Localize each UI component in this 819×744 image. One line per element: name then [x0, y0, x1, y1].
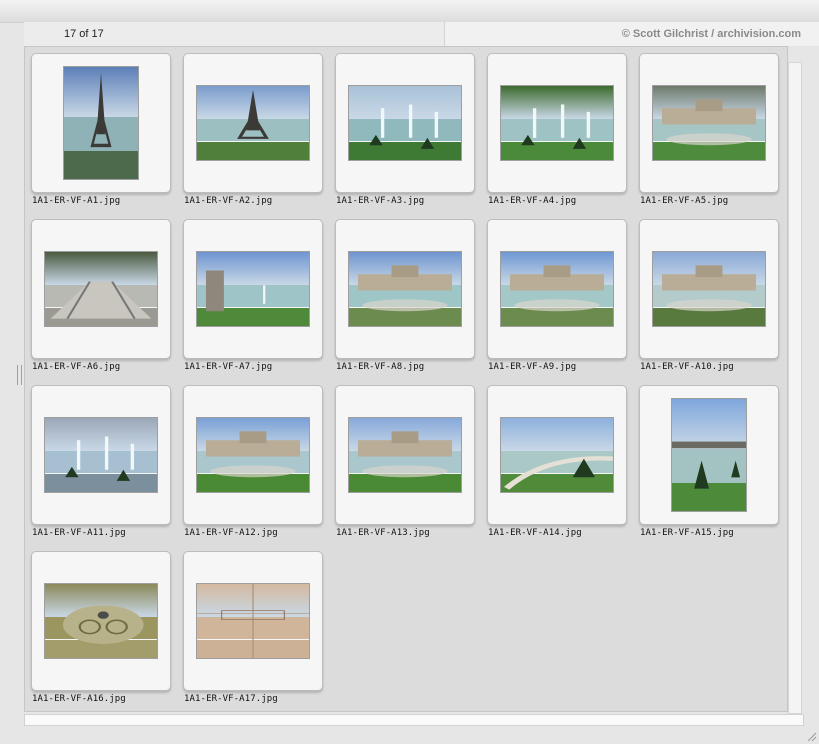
thumbnail-filename: 1A1-ER-VF-A9.jpg	[488, 362, 577, 372]
thumbnail-filename: 1A1-ER-VF-A11.jpg	[32, 528, 126, 538]
thumbnail-filename: 1A1-ER-VF-A10.jpg	[640, 362, 734, 372]
thumbnail-frame[interactable]	[183, 219, 323, 359]
thumbnail-frame[interactable]	[183, 551, 323, 691]
thumbnail-frame[interactable]	[639, 53, 779, 193]
thumbnail-frame[interactable]	[183, 53, 323, 193]
thumbnail-item[interactable]: 1A1-ER-VF-A5.jpg	[639, 53, 779, 219]
thumbnail-item[interactable]: 1A1-ER-VF-A4.jpg	[487, 53, 627, 219]
thumbnail-filename: 1A1-ER-VF-A7.jpg	[184, 362, 273, 372]
horizontal-scrollbar[interactable]	[24, 714, 804, 726]
thumbnail-filename: 1A1-ER-VF-A15.jpg	[640, 528, 734, 538]
thumbnail-filename: 1A1-ER-VF-A14.jpg	[488, 528, 582, 538]
thumbnail-filename: 1A1-ER-VF-A8.jpg	[336, 362, 425, 372]
thumbnail-frame[interactable]	[639, 385, 779, 525]
thumbnail-item[interactable]: 1A1-ER-VF-A15.jpg	[639, 385, 779, 551]
title-strip	[0, 0, 819, 23]
thumbnail-filename: 1A1-ER-VF-A13.jpg	[336, 528, 430, 538]
thumbnail-frame[interactable]	[335, 53, 475, 193]
photo-thumbnail[interactable]	[348, 85, 462, 161]
thumbnail-item[interactable]: 1A1-ER-VF-A10.jpg	[639, 219, 779, 385]
thumbnail-item[interactable]: 1A1-ER-VF-A13.jpg	[335, 385, 475, 551]
thumbnail-filename: 1A1-ER-VF-A4.jpg	[488, 196, 577, 206]
thumbnail-filename: 1A1-ER-VF-A1.jpg	[32, 196, 121, 206]
thumbnail-item[interactable]: 1A1-ER-VF-A9.jpg	[487, 219, 627, 385]
thumbnail-item[interactable]: 1A1-ER-VF-A2.jpg	[183, 53, 323, 219]
thumbnail-panel: 1A1-ER-VF-A1.jpg 1A1-ER-VF-A2.jpg 1A1-ER-V…	[24, 46, 788, 712]
photo-thumbnail[interactable]	[44, 251, 158, 327]
thumbnail-item[interactable]: 1A1-ER-VF-A7.jpg	[183, 219, 323, 385]
photo-thumbnail[interactable]	[348, 251, 462, 327]
count-area: 17 of 17	[24, 22, 445, 47]
photo-thumbnail[interactable]	[652, 251, 766, 327]
thumbnail-filename: 1A1-ER-VF-A6.jpg	[32, 362, 121, 372]
resize-grip-icon[interactable]	[805, 730, 817, 742]
image-count: 17 of 17	[64, 28, 104, 40]
viewer-header: 17 of 17 © Scott Gilchrist / archivision…	[24, 22, 819, 47]
thumbnail-filename: 1A1-ER-VF-A3.jpg	[336, 196, 425, 206]
photo-thumbnail[interactable]	[196, 583, 310, 659]
thumbnail-frame[interactable]	[487, 53, 627, 193]
thumbnail-frame[interactable]	[31, 551, 171, 691]
pane-resize-handle[interactable]	[17, 365, 22, 385]
thumbnail-filename: 1A1-ER-VF-A16.jpg	[32, 694, 126, 704]
thumbnail-frame[interactable]	[639, 219, 779, 359]
thumbnail-filename: 1A1-ER-VF-A12.jpg	[184, 528, 278, 538]
photo-thumbnail[interactable]	[44, 417, 158, 493]
contact-sheet-window: 17 of 17 © Scott Gilchrist / archivision…	[0, 0, 819, 744]
thumbnail-item[interactable]: 1A1-ER-VF-A12.jpg	[183, 385, 323, 551]
photo-thumbnail[interactable]	[500, 251, 614, 327]
thumbnail-item[interactable]: 1A1-ER-VF-A8.jpg	[335, 219, 475, 385]
thumbnail-filename: 1A1-ER-VF-A5.jpg	[640, 196, 729, 206]
photo-thumbnail[interactable]	[44, 583, 158, 659]
thumbnail-item[interactable]: 1A1-ER-VF-A1.jpg	[31, 53, 171, 219]
photo-thumbnail[interactable]	[196, 85, 310, 161]
vertical-scrollbar[interactable]	[788, 62, 802, 714]
thumbnail-item[interactable]: 1A1-ER-VF-A11.jpg	[31, 385, 171, 551]
thumbnail-item[interactable]: 1A1-ER-VF-A14.jpg	[487, 385, 627, 551]
photo-thumbnail[interactable]	[652, 85, 766, 161]
thumbnail-item[interactable]: 1A1-ER-VF-A6.jpg	[31, 219, 171, 385]
photo-thumbnail[interactable]	[196, 251, 310, 327]
thumbnail-item[interactable]: 1A1-ER-VF-A3.jpg	[335, 53, 475, 219]
thumbnail-item[interactable]: 1A1-ER-VF-A17.jpg	[183, 551, 323, 711]
photo-thumbnail[interactable]	[348, 417, 462, 493]
thumbnail-frame[interactable]	[31, 53, 171, 193]
thumbnail-frame[interactable]	[31, 385, 171, 525]
photo-thumbnail[interactable]	[671, 398, 747, 512]
thumbnail-frame[interactable]	[487, 219, 627, 359]
thumbnail-frame[interactable]	[31, 219, 171, 359]
thumbnail-frame[interactable]	[335, 385, 475, 525]
copyright-credit: © Scott Gilchrist / archivision.com	[621, 28, 801, 40]
thumbnail-item[interactable]: 1A1-ER-VF-A16.jpg	[31, 551, 171, 711]
thumbnail-frame[interactable]	[183, 385, 323, 525]
photo-thumbnail[interactable]	[500, 417, 614, 493]
photo-thumbnail[interactable]	[196, 417, 310, 493]
thumbnail-frame[interactable]	[487, 385, 627, 525]
photo-thumbnail[interactable]	[63, 66, 139, 180]
thumbnail-frame[interactable]	[335, 219, 475, 359]
thumbnail-filename: 1A1-ER-VF-A17.jpg	[184, 694, 278, 704]
photo-thumbnail[interactable]	[500, 85, 614, 161]
thumbnail-filename: 1A1-ER-VF-A2.jpg	[184, 196, 273, 206]
